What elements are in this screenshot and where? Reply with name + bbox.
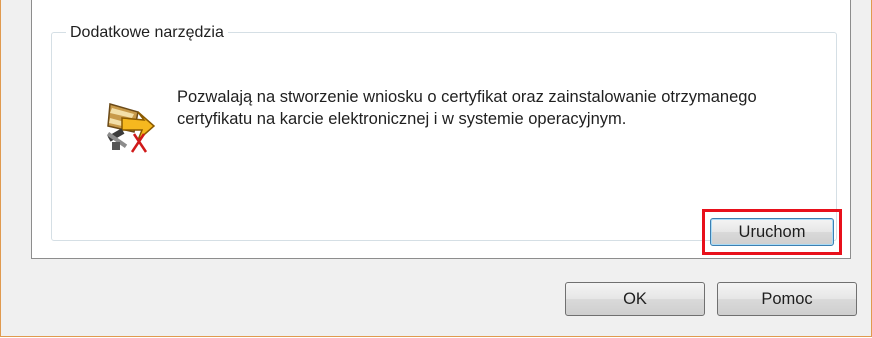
dialog-window: Uruchom Dodatkowe narzędzia Pozwalają na… [0, 0, 872, 337]
additional-tools-groupbox: Uruchom [51, 32, 842, 255]
tools-wizard-icon [106, 103, 156, 153]
tools-description: Pozwalają na stworzenie wniosku o certyf… [177, 88, 757, 128]
tab-page: Uruchom Dodatkowe narzędzia Pozwalają na… [31, 0, 851, 259]
groupbox-title: Dodatkowe narzędzia [66, 24, 228, 42]
run-button-highlight: Uruchom [702, 209, 842, 255]
ok-button[interactable]: OK [565, 282, 705, 316]
help-button[interactable]: Pomoc [717, 282, 857, 316]
run-button[interactable]: Uruchom [710, 218, 834, 246]
